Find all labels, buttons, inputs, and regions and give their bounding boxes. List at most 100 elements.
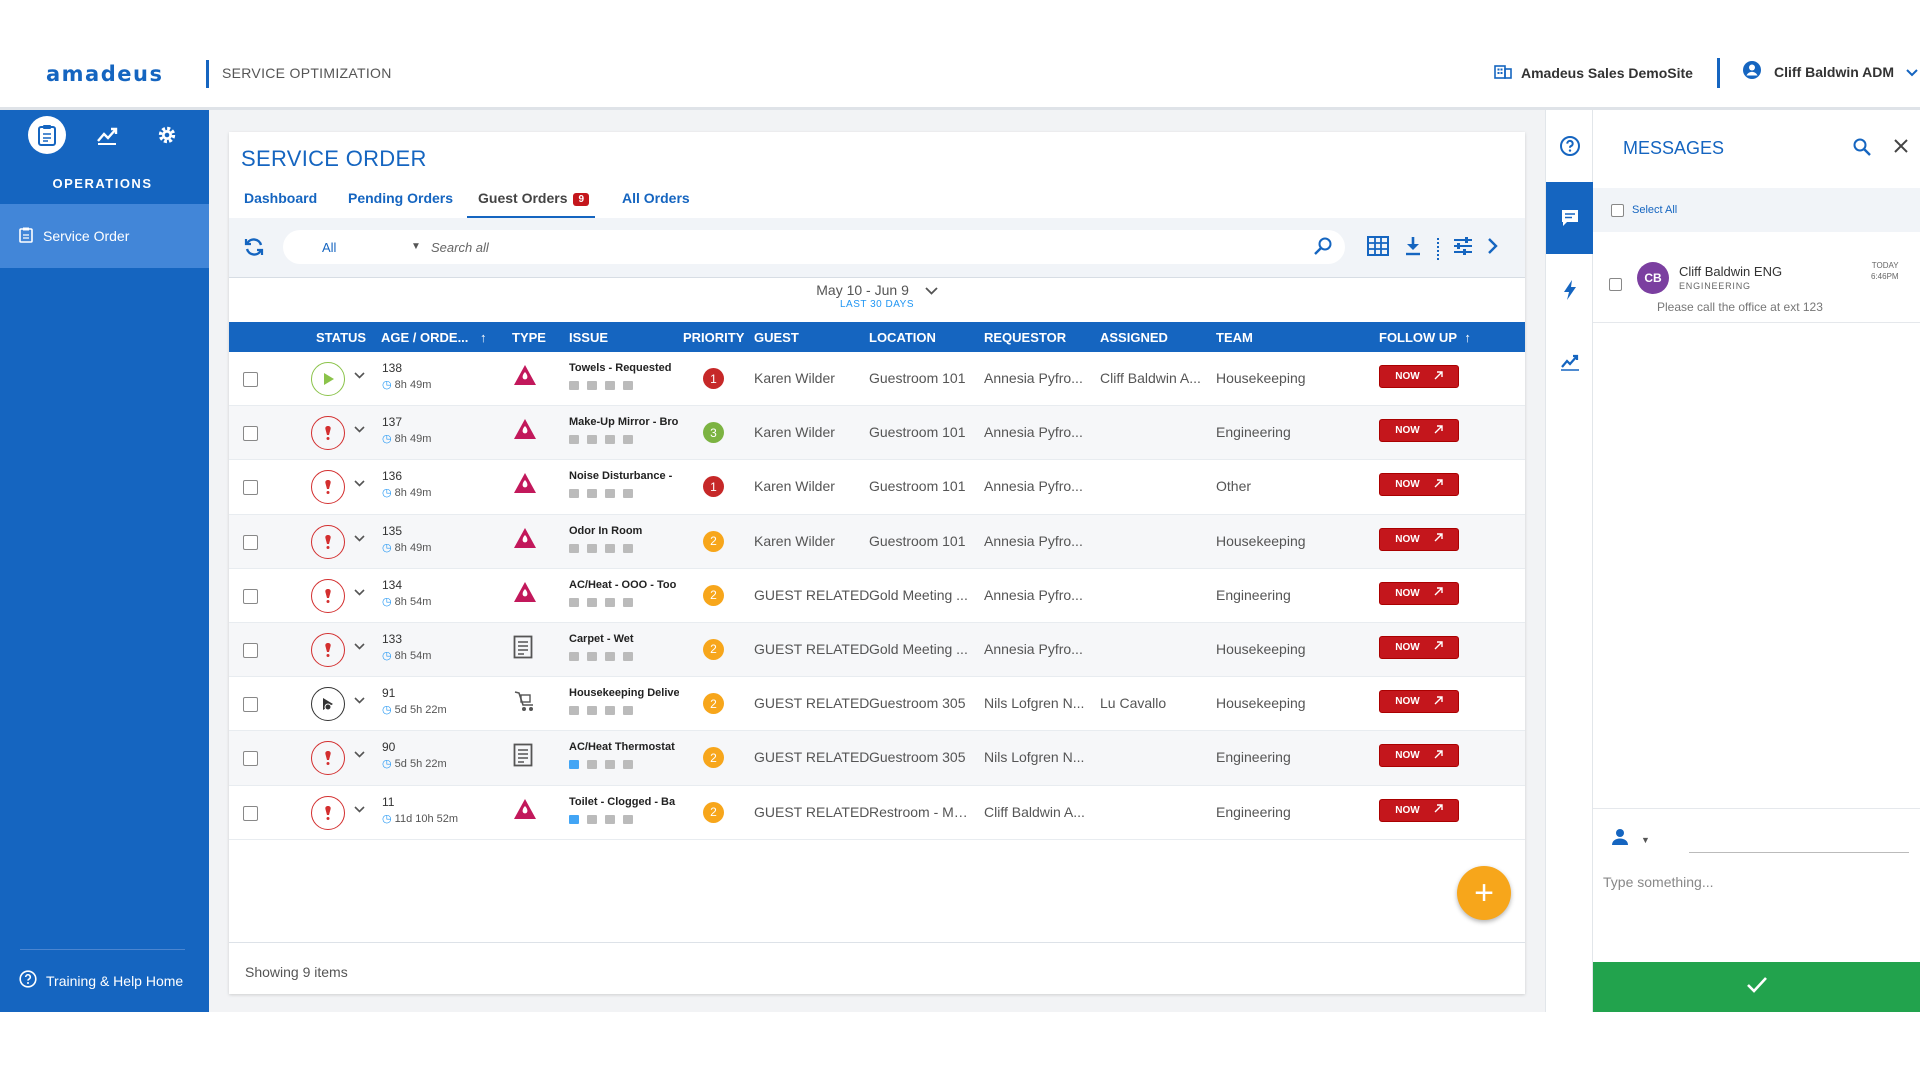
table-row[interactable]: 11 ◷ 11d 10h 52m Toilet - Clogged - Ba 2 GUE…: [229, 786, 1525, 840]
chevron-down-icon[interactable]: [354, 531, 365, 545]
trend-icon[interactable]: [1546, 326, 1594, 398]
status-play-icon[interactable]: [311, 362, 345, 396]
status-alert-icon[interactable]: [311, 632, 345, 667]
close-icon[interactable]: [1893, 134, 1909, 160]
issue-title[interactable]: Toilet - Clogged - Ba: [569, 796, 679, 808]
row-checkbox[interactable]: [243, 372, 258, 387]
table-row[interactable]: 91 ◷ 5d 5h 22m Housekeeping Delivery 2 GUEST…: [229, 677, 1525, 732]
col-type[interactable]: TYPE: [512, 330, 546, 345]
search-input[interactable]: [431, 235, 1311, 259]
issue-title[interactable]: AC/Heat - OOO - Too: [569, 579, 679, 591]
follow-up-button[interactable]: NOW: [1379, 798, 1459, 822]
follow-up-button[interactable]: NOW: [1379, 635, 1459, 659]
row-checkbox[interactable]: [243, 426, 258, 442]
follow-up-button[interactable]: NOW: [1379, 527, 1459, 551]
status-alert-icon[interactable]: [311, 470, 345, 505]
col-location[interactable]: LOCATION: [869, 330, 936, 345]
tab-pending-orders[interactable]: Pending Orders: [348, 190, 453, 216]
column-settings-icon[interactable]: [1453, 237, 1473, 260]
col-guest[interactable]: GUEST: [754, 330, 799, 345]
status-alert-icon[interactable]: [311, 578, 345, 613]
table-row[interactable]: 134 ◷ 8h 54m AC/Heat - OOO - Too 2 GUEST REL…: [229, 569, 1525, 623]
follow-up-button[interactable]: NOW: [1379, 365, 1459, 388]
row-checkbox[interactable]: [243, 805, 258, 821]
table-row[interactable]: 136 ◷ 8h 49m Noise Disturbance - 1 Karen Wi…: [229, 460, 1525, 515]
row-checkbox[interactable]: [243, 751, 258, 767]
select-all-row[interactable]: Select All: [1593, 188, 1920, 232]
gear-icon[interactable]: [148, 116, 186, 154]
col-follow-up[interactable]: FOLLOW UP ↑: [1379, 330, 1471, 345]
chevron-down-icon[interactable]: [354, 693, 365, 707]
col-priority[interactable]: PRIORITY: [683, 330, 744, 345]
col-requestor[interactable]: REQUESTOR: [984, 330, 1066, 345]
table-row[interactable]: 135 ◷ 8h 49m Odor In Room 2 Karen Wilder Gues…: [229, 514, 1525, 569]
nav-item-service-order[interactable]: Service Order: [0, 204, 209, 268]
refresh-icon[interactable]: [243, 236, 265, 263]
caret-down-icon[interactable]: ▼: [411, 241, 421, 252]
tab-all-orders[interactable]: All Orders: [622, 190, 690, 216]
col-age-order[interactable]: AGE / ORDE... ↑: [381, 330, 487, 345]
col-team[interactable]: TEAM: [1216, 330, 1253, 345]
search-icon[interactable]: [1313, 236, 1333, 261]
row-checkbox[interactable]: [243, 697, 258, 713]
status-alert-icon[interactable]: [311, 416, 345, 451]
filter-select[interactable]: All: [322, 240, 422, 255]
add-order-button[interactable]: +: [1457, 866, 1511, 920]
table-row[interactable]: 133 ◷ 8h 54m Carpet - Wet 2 GUEST RELATED Gol…: [229, 622, 1525, 678]
chevron-down-icon[interactable]: [354, 585, 365, 599]
follow-up-button[interactable]: NOW: [1379, 690, 1459, 714]
chevron-down-icon[interactable]: [354, 422, 365, 436]
tab-guest-orders[interactable]: Guest Orders 9: [467, 190, 596, 219]
tab-dashboard[interactable]: Dashboard: [244, 190, 317, 216]
issue-title[interactable]: Carpet - Wet: [569, 633, 679, 645]
help-circle-icon[interactable]: [1546, 110, 1594, 182]
follow-up-button[interactable]: NOW: [1379, 581, 1459, 605]
row-checkbox[interactable]: [243, 480, 258, 496]
site-selector[interactable]: Amadeus Sales DemoSite: [1494, 63, 1693, 82]
status-alert-icon[interactable]: [311, 795, 345, 830]
chevron-down-icon[interactable]: [354, 639, 365, 653]
status-alert-icon[interactable]: [311, 524, 345, 559]
grid-view-icon[interactable]: [1367, 236, 1389, 261]
message-checkbox[interactable]: [1609, 278, 1622, 291]
analytics-icon[interactable]: [88, 116, 126, 154]
row-checkbox[interactable]: [243, 642, 258, 658]
recipient-selector[interactable]: ▼: [1611, 828, 1650, 851]
follow-up-button[interactable]: NOW: [1379, 419, 1459, 443]
row-checkbox[interactable]: [243, 588, 258, 604]
help-link[interactable]: Training & Help Home: [19, 970, 183, 991]
issue-title[interactable]: Towels - Requested: [569, 362, 679, 374]
table-row[interactable]: 138 ◷ 8h 49m Towels - Requested 1 Karen Wild…: [229, 352, 1525, 407]
user-menu[interactable]: Cliff Baldwin ADM: [1742, 60, 1918, 83]
table-row[interactable]: 90 ◷ 5d 5h 22m AC/Heat Thermostat 2 GUEST RE…: [229, 731, 1525, 786]
date-range-selector[interactable]: May 10 - Jun 9 LAST 30 DAYS: [229, 282, 1525, 310]
chevron-down-icon[interactable]: [354, 476, 365, 490]
follow-up-button[interactable]: NOW: [1379, 744, 1459, 768]
follow-up-button[interactable]: NOW: [1379, 473, 1459, 497]
chevron-down-icon[interactable]: [354, 747, 365, 761]
chevron-right-icon[interactable]: [1487, 237, 1499, 260]
chat-icon[interactable]: [1546, 182, 1594, 254]
chevron-down-icon[interactable]: [354, 802, 365, 816]
col-assigned[interactable]: ASSIGNED: [1100, 330, 1168, 345]
status-delivered-icon[interactable]: [311, 687, 345, 722]
status-alert-icon[interactable]: [311, 741, 345, 776]
col-issue[interactable]: ISSUE: [569, 330, 608, 345]
message-input[interactable]: [1603, 872, 1903, 892]
select-all-checkbox[interactable]: [1611, 204, 1624, 217]
issue-title[interactable]: AC/Heat Thermostat: [569, 741, 679, 753]
clipboard-icon[interactable]: [28, 116, 66, 154]
lightning-icon[interactable]: [1546, 254, 1594, 326]
search-icon[interactable]: [1853, 138, 1871, 161]
issue-title[interactable]: Noise Disturbance -: [569, 470, 679, 482]
col-status[interactable]: STATUS: [316, 330, 366, 345]
row-checkbox[interactable]: [243, 534, 258, 550]
send-button[interactable]: [1593, 962, 1920, 1012]
issue-title[interactable]: Odor In Room: [569, 525, 679, 537]
issue-title[interactable]: Make-Up Mirror - Broken: [569, 416, 679, 428]
message-item[interactable]: CB Cliff Baldwin ENG ENGINEERING TODAY 6:…: [1593, 248, 1920, 323]
download-icon[interactable]: [1403, 236, 1423, 261]
chevron-down-icon[interactable]: [354, 368, 365, 382]
issue-title[interactable]: Housekeeping Delivery: [569, 687, 679, 699]
table-row[interactable]: 137 ◷ 8h 49m Make-Up Mirror - Broken 3 Karen…: [229, 406, 1525, 461]
